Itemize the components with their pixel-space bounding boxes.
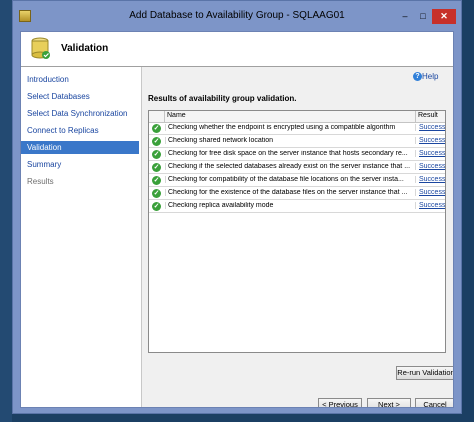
check-name: Checking shared network location xyxy=(165,137,411,144)
success-icon: ✓ xyxy=(152,189,161,198)
success-icon: ✓ xyxy=(152,124,161,133)
minimize-button[interactable]: – xyxy=(397,9,413,24)
check-name: Checking for the existence of the databa… xyxy=(165,189,411,196)
nav-item-select-data-synchronization[interactable]: Select Data Synchronization xyxy=(21,107,139,120)
nav-item-introduction[interactable]: Introduction xyxy=(21,73,139,86)
success-icon: ✓ xyxy=(152,137,161,146)
check-name: Checking replica availability mode xyxy=(165,202,411,209)
nav-item-validation[interactable]: Validation xyxy=(21,141,139,154)
table-row[interactable]: ✓ Checking if the selected databases alr… xyxy=(149,161,445,174)
check-name: Checking for free disk space on the serv… xyxy=(165,150,411,157)
result-link[interactable]: Success xyxy=(415,202,445,209)
success-icon: ✓ xyxy=(152,176,161,185)
rerun-validation-button[interactable]: Re-run Validation xyxy=(396,366,453,380)
check-name: Checking if the selected databases alrea… xyxy=(165,163,411,170)
success-icon: ✓ xyxy=(152,202,161,211)
result-link[interactable]: Success xyxy=(415,124,445,131)
title-bar[interactable]: Add Database to Availability Group - SQL… xyxy=(13,1,461,31)
previous-button[interactable]: < Previous xyxy=(318,398,362,407)
nav-item-connect-to-replicas[interactable]: Connect to Replicas xyxy=(21,124,139,137)
page-title: Validation xyxy=(61,43,109,54)
column-divider xyxy=(164,111,165,122)
column-header-result[interactable]: Result xyxy=(418,112,438,119)
page-header: Validation xyxy=(21,32,453,67)
close-button[interactable]: ✕ xyxy=(432,9,456,24)
table-row[interactable]: ✓ Checking for the existence of the data… xyxy=(149,187,445,200)
nav-item-select-databases[interactable]: Select Databases xyxy=(21,90,139,103)
column-divider xyxy=(415,111,416,122)
next-button[interactable]: Next > xyxy=(367,398,411,407)
desktop-background xyxy=(0,0,12,422)
wizard-nav: Introduction Select Databases Select Dat… xyxy=(21,67,142,407)
result-link[interactable]: Success xyxy=(415,163,445,170)
nav-item-summary[interactable]: Summary xyxy=(21,158,139,171)
cancel-button[interactable]: Cancel xyxy=(415,398,453,407)
nav-item-results: Results xyxy=(27,177,54,186)
result-link[interactable]: Success xyxy=(415,137,445,144)
validation-results-grid: Name Result ✓ Checking whether the endpo… xyxy=(148,110,446,353)
success-icon: ✓ xyxy=(152,150,161,159)
check-name: Checking whether the endpoint is encrypt… xyxy=(165,124,411,131)
table-row[interactable]: ✓ Checking replica availability mode Suc… xyxy=(149,200,445,213)
help-icon[interactable]: ? xyxy=(413,72,422,81)
window-title: Add Database to Availability Group - SQL… xyxy=(129,10,345,21)
table-row[interactable]: ✓ Checking for free disk space on the se… xyxy=(149,148,445,161)
check-name: Checking for compatibility of the databa… xyxy=(165,176,411,183)
result-link[interactable]: Success xyxy=(415,189,445,196)
wizard-client: Validation Introduction Select Databases… xyxy=(20,31,454,408)
maximize-button[interactable]: □ xyxy=(415,9,431,24)
wizard-window: Add Database to Availability Group - SQL… xyxy=(12,0,462,414)
result-link[interactable]: Success xyxy=(415,150,445,157)
results-heading: Results of availability group validation… xyxy=(148,94,297,103)
database-icon xyxy=(31,37,50,59)
table-row[interactable]: ✓ Checking shared network location Succe… xyxy=(149,135,445,148)
result-link[interactable]: Success xyxy=(415,176,445,183)
table-row[interactable]: ✓ Checking whether the endpoint is encry… xyxy=(149,122,445,135)
success-icon: ✓ xyxy=(152,163,161,172)
table-row[interactable]: ✓ Checking for compatibility of the data… xyxy=(149,174,445,187)
column-header-name[interactable]: Name xyxy=(167,112,186,119)
help-link[interactable]: Help xyxy=(422,72,438,81)
